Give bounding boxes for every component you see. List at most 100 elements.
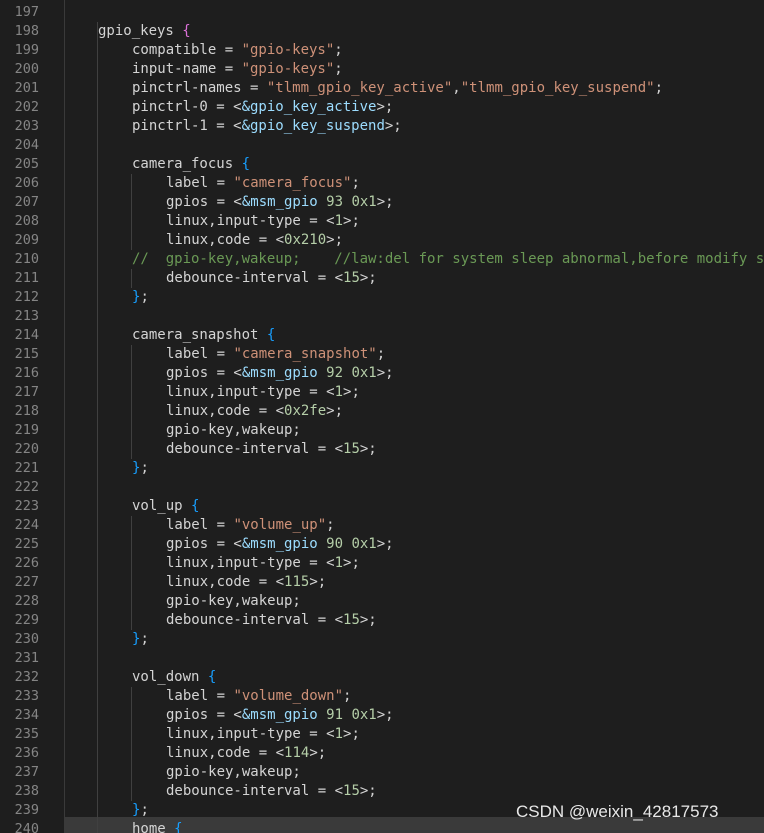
- watermark: CSDN @weixin_42817573: [516, 802, 719, 821]
- code-token: debounce-interval = <: [166, 783, 344, 799]
- code-line[interactable]: };: [132, 459, 149, 478]
- code-line[interactable]: camera_focus {: [132, 155, 250, 174]
- code-token: &gpio_key_suspend: [241, 118, 385, 134]
- code-token: ;: [140, 802, 149, 818]
- code-line[interactable]: debounce-interval = <15>;: [166, 440, 377, 459]
- code-token: "camera_focus": [233, 175, 352, 191]
- code-token: >;: [343, 555, 360, 571]
- code-line[interactable]: linux,code = <0x2fe>;: [166, 402, 343, 421]
- code-line[interactable]: gpios = <&msm_gpio 92 0x1>;: [166, 364, 394, 383]
- code-line[interactable]: gpio-key,wakeup;: [166, 763, 301, 782]
- code-token: >;: [343, 384, 360, 400]
- code-line[interactable]: debounce-interval = <15>;: [166, 782, 377, 801]
- code-token: {: [266, 327, 276, 343]
- code-line[interactable]: vol_up {: [132, 497, 199, 516]
- code-token: ;: [376, 346, 386, 362]
- code-token: ;: [326, 517, 335, 533]
- line-number: 229: [14, 612, 39, 628]
- code-line[interactable]: pinctrl-names = "tlmm_gpio_key_active","…: [132, 79, 663, 98]
- code-token: {: [182, 23, 191, 39]
- code-token: ;: [334, 61, 343, 77]
- code-token: // gpio-key,wakeup; //law:del for system…: [132, 251, 764, 267]
- code-line[interactable]: };: [132, 630, 149, 649]
- code-line[interactable]: gpio-key,wakeup;: [166, 592, 301, 611]
- code-line[interactable]: gpios = <&msm_gpio 93 0x1>;: [166, 193, 394, 212]
- code-line[interactable]: linux,input-type = <1>;: [166, 383, 360, 402]
- line-number: 231: [14, 650, 39, 666]
- code-token: "gpio-keys": [241, 61, 335, 77]
- code-token: &msm_gpio: [241, 707, 318, 723]
- code-line[interactable]: gpio_keys {: [98, 22, 191, 41]
- line-number: 209: [14, 232, 39, 248]
- line-number: 213: [14, 308, 39, 324]
- code-token: >;: [376, 365, 394, 381]
- code-line[interactable]: };: [132, 288, 149, 307]
- code-token: vol_up: [132, 498, 192, 514]
- code-token: ;: [140, 289, 149, 305]
- code-line[interactable]: linux,code = <0x210>;: [166, 231, 343, 250]
- code-line[interactable]: label = "camera_snapshot";: [166, 345, 385, 364]
- code-line[interactable]: vol_down {: [132, 668, 216, 687]
- code-line[interactable]: gpios = <&msm_gpio 90 0x1>;: [166, 535, 394, 554]
- indent-guide: [131, 345, 132, 459]
- line-number: 210: [14, 251, 39, 267]
- code-token: ;: [351, 175, 360, 191]
- code-token: 15: [343, 612, 360, 628]
- code-token: 93: [326, 194, 344, 210]
- code-line[interactable]: input-name = "gpio-keys";: [132, 60, 343, 79]
- line-number: 226: [14, 555, 39, 571]
- code-line[interactable]: label = "volume_down";: [166, 687, 351, 706]
- code-token: "gpio-keys": [241, 42, 335, 58]
- code-token: linux,input-type = <: [166, 555, 335, 571]
- code-line[interactable]: debounce-interval = <15>;: [166, 269, 377, 288]
- code-line[interactable]: pinctrl-1 = <&gpio_key_suspend>;: [132, 117, 402, 136]
- indent-guide: [97, 41, 98, 833]
- code-editor[interactable]: 197 198 199 200 201 202 203 204 205 206 207 208 209 2…: [0, 0, 764, 833]
- line-number: 225: [14, 536, 39, 552]
- code-token: ;: [140, 631, 149, 647]
- code-token: debounce-interval = <: [166, 441, 344, 457]
- code-line[interactable]: home {: [132, 820, 183, 833]
- code-line[interactable]: };: [132, 801, 149, 820]
- code-line[interactable]: gpio-key,wakeup;: [166, 421, 301, 440]
- code-line[interactable]: linux,input-type = <1>;: [166, 725, 360, 744]
- code-token: "camera_snapshot": [233, 346, 377, 362]
- line-number: 235: [14, 726, 39, 742]
- line-number: 204: [14, 137, 39, 153]
- code-token: gpios = <: [166, 536, 242, 552]
- code-line[interactable]: linux,input-type = <1>;: [166, 554, 360, 573]
- code-token: label =: [166, 688, 234, 704]
- line-number: 224: [14, 517, 39, 533]
- code-line[interactable]: linux,code = <115>;: [166, 573, 326, 592]
- code-token: {: [191, 498, 200, 514]
- code-token: 0x210: [284, 232, 327, 248]
- code-token: "tlmm_gpio_key_suspend": [460, 80, 655, 96]
- code-line[interactable]: compatible = "gpio-keys";: [132, 41, 343, 60]
- code-line[interactable]: linux,input-type = <1>;: [166, 212, 360, 231]
- code-line[interactable]: linux,code = <114>;: [166, 744, 326, 763]
- code-line[interactable]: pinctrl-0 = <&gpio_key_active>;: [132, 98, 393, 117]
- line-number: 237: [14, 764, 39, 780]
- line-number: 240: [14, 821, 39, 833]
- code-token: linux,code = <: [166, 403, 285, 419]
- code-line[interactable]: gpios = <&msm_gpio 91 0x1>;: [166, 706, 394, 725]
- line-number: 232: [14, 669, 39, 685]
- code-token: linux,input-type = <: [166, 726, 335, 742]
- code-line[interactable]: label = "volume_up";: [166, 516, 335, 535]
- line-number: 222: [14, 479, 39, 495]
- line-number: 211: [14, 270, 39, 286]
- indent-guide: [131, 687, 132, 801]
- indent-guide: [131, 516, 132, 630]
- code-token: pinctrl-names =: [132, 80, 267, 96]
- line-number: 228: [14, 593, 39, 609]
- code-token: linux,code = <: [166, 232, 285, 248]
- code-line[interactable]: debounce-interval = <15>;: [166, 611, 377, 630]
- code-token: 92: [326, 365, 344, 381]
- code-token: "volume_up": [233, 517, 327, 533]
- code-token: 90: [326, 536, 344, 552]
- code-line[interactable]: camera_snapshot {: [132, 326, 275, 345]
- code-line[interactable]: label = "camera_focus";: [166, 174, 360, 193]
- code-line[interactable]: // gpio-key,wakeup; //law:del for system…: [132, 250, 764, 269]
